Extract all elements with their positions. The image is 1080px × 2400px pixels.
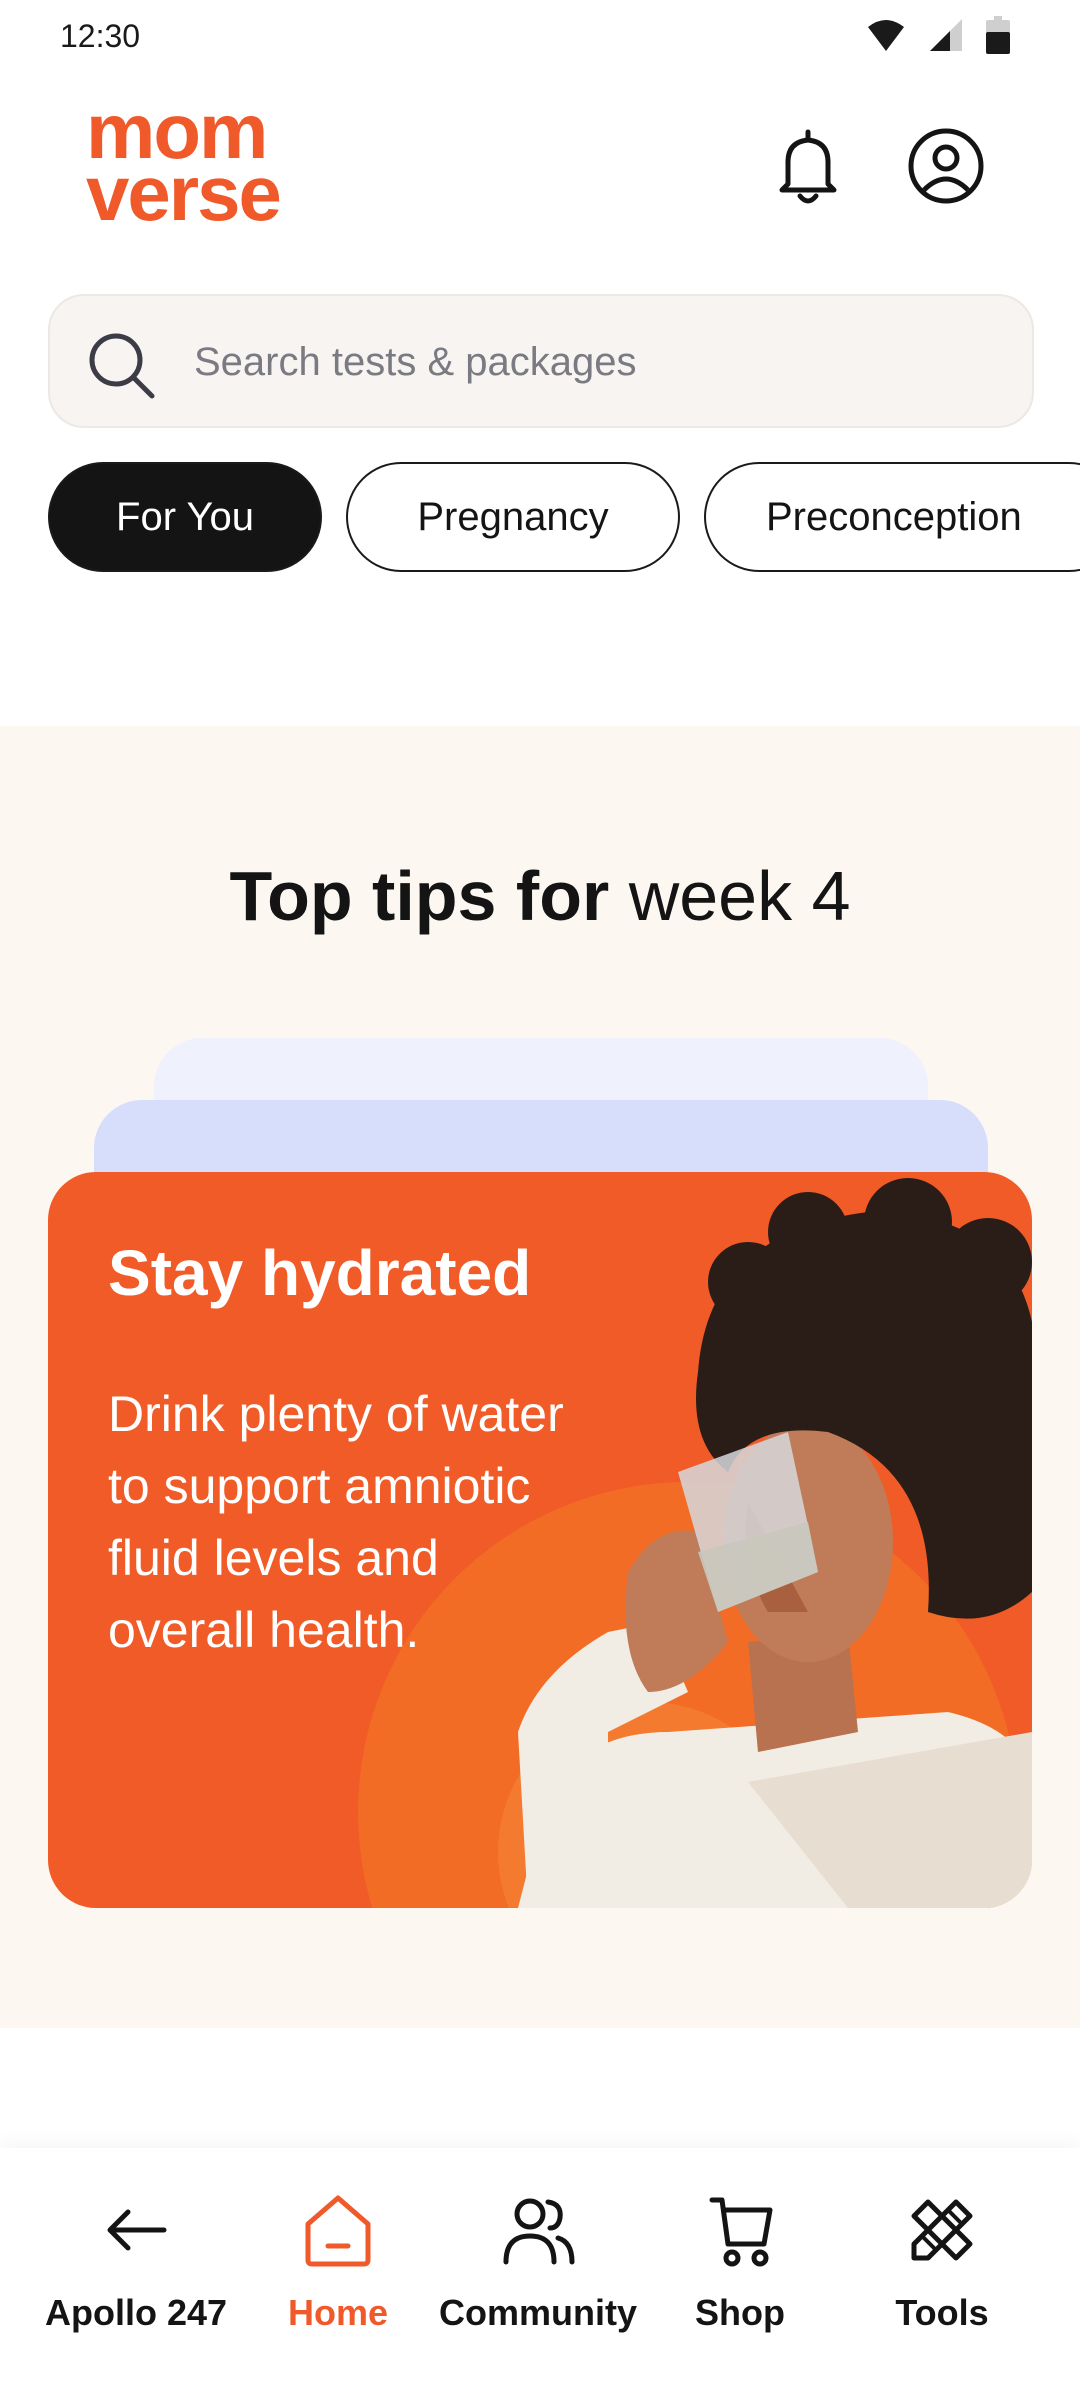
search-bar[interactable]: Search tests & packages <box>48 294 1034 428</box>
nav-label-shop: Shop <box>695 2292 785 2333</box>
nav-item-shop[interactable]: Shop <box>640 2188 840 2358</box>
home-icon <box>305 2195 371 2267</box>
community-icon <box>503 2198 575 2265</box>
category-chips: For You Pregnancy Preconception <box>48 462 1080 574</box>
status-time: 12:30 <box>60 18 141 54</box>
back-arrow-icon <box>107 2209 167 2251</box>
chip-preconception[interactable]: Preconception <box>704 462 1080 572</box>
search-icon <box>89 333 155 399</box>
chip-pregnancy[interactable]: Pregnancy <box>346 462 680 572</box>
bottom-nav: Apollo 247 Home Community Shop Tools <box>0 2148 1080 2400</box>
tips-title-week: week 4 <box>628 857 851 935</box>
nav-item-apollo-247[interactable]: Apollo 247 <box>36 2188 236 2358</box>
profile-icon[interactable] <box>904 124 988 208</box>
nav-item-home[interactable]: Home <box>238 2188 438 2358</box>
bell-icon[interactable] <box>766 126 850 210</box>
cart-icon <box>709 2197 773 2267</box>
momverse-logo[interactable]: mom verse <box>86 92 336 240</box>
tips-section: Top tips for week 4 Stay hydrated Drink … <box>0 726 1080 2028</box>
tips-title: Top tips for week 4 <box>0 856 1080 936</box>
nav-label-home: Home <box>287 2292 389 2333</box>
nav-label-community: Community <box>439 2292 637 2333</box>
nav-item-community[interactable]: Community <box>438 2188 638 2358</box>
tips-title-bold: Top tips for <box>229 857 610 935</box>
chip-for-you[interactable]: For You <box>48 462 322 572</box>
tip-card[interactable]: Stay hydrated Drink plenty of water to s… <box>48 1172 1032 1908</box>
logo-line-2: verse <box>86 149 282 237</box>
signal-icon <box>930 19 962 51</box>
wifi-icon <box>868 20 904 51</box>
nav-item-tools[interactable]: Tools <box>842 2188 1042 2358</box>
app-header: mom verse <box>0 90 1080 250</box>
status-bar: 12:30 <box>0 0 1080 76</box>
battery-icon <box>986 16 1010 54</box>
tip-card-body: Drink plenty of water to support amnioti… <box>108 1386 564 1658</box>
nav-label-apollo-247: Apollo 247 <box>44 2292 228 2333</box>
search-input[interactable]: Search tests & packages <box>194 340 636 385</box>
status-icons <box>866 16 1010 54</box>
tip-card-title: Stay hydrated <box>108 1237 532 1309</box>
tools-icon <box>911 2199 973 2261</box>
nav-label-tools: Tools <box>895 2292 989 2333</box>
